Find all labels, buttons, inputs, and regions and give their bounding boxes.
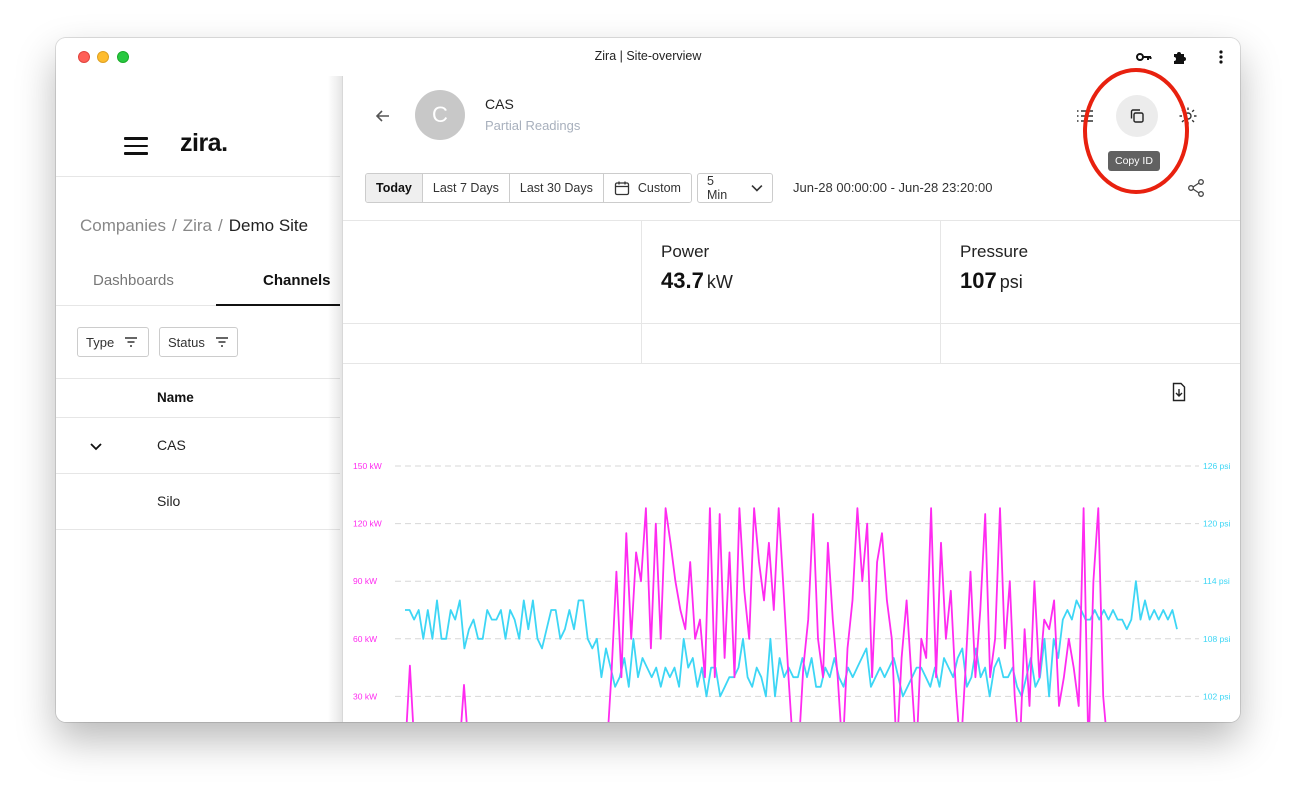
tab-dashboards[interactable]: Dashboards: [93, 272, 174, 289]
type-filter-label: Type: [86, 334, 115, 350]
right-axis-tick-label: 108 psi: [1203, 634, 1231, 644]
right-axis-tick-label: 114 psi: [1203, 576, 1230, 586]
row-name: Silo: [157, 493, 181, 509]
breadcrumb-separator: /: [172, 216, 177, 235]
title-bar: Zira | Site-overview: [56, 38, 1240, 76]
right-axis-tick-label: 102 psi: [1203, 691, 1231, 701]
left-axis-tick-label: 60 kW: [353, 634, 377, 644]
breadcrumb: Companies / Zira / Demo Site: [80, 216, 308, 236]
column-name[interactable]: Name: [157, 390, 194, 405]
table-header: Name: [56, 378, 340, 418]
active-tab-indicator: [216, 304, 340, 306]
logo: zira.: [180, 129, 228, 157]
left-axis-tick-label: 150 kW: [353, 461, 382, 471]
divider: [56, 176, 340, 177]
filter-icon: [125, 337, 138, 347]
sidebar: zira. Companies / Zira / Demo Site Dashboard…: [56, 76, 340, 722]
sidebar-tabs: Dashboards Channels: [56, 262, 340, 306]
more-icon[interactable]: [1212, 48, 1230, 66]
key-icon[interactable]: [1135, 48, 1153, 66]
status-filter-button[interactable]: Status: [159, 327, 238, 357]
table-row[interactable]: Silo: [56, 474, 340, 530]
tab-channels[interactable]: Channels: [263, 272, 331, 289]
chevron-down-icon[interactable]: [88, 438, 104, 454]
left-axis-tick-label: 30 kW: [353, 691, 377, 701]
extensions-icon[interactable]: [1171, 48, 1189, 66]
row-name: CAS: [157, 437, 186, 453]
status-filter-label: Status: [168, 334, 205, 350]
filter-icon: [215, 337, 228, 347]
breadcrumb-company[interactable]: Zira: [183, 216, 212, 235]
table-row[interactable]: CAS: [56, 418, 340, 474]
window-title: Zira | Site-overview: [594, 49, 702, 63]
panel-shadow: [328, 76, 342, 722]
left-axis-tick-label: 90 kW: [353, 576, 377, 586]
breadcrumb-separator: /: [218, 216, 223, 235]
breadcrumb-companies[interactable]: Companies: [80, 216, 166, 235]
breadcrumb-site: Demo Site: [228, 216, 309, 235]
browser-window: Zira | Site-overview zira. Companies / Zir…: [56, 38, 1240, 722]
type-filter-button[interactable]: Type: [77, 327, 149, 357]
right-axis-tick-label: 126 psi: [1203, 461, 1231, 471]
right-axis-tick-label: 120 psi: [1203, 519, 1231, 529]
menu-icon[interactable]: [124, 137, 148, 155]
main-panel: C CAS Partial Readings Copy ID Today Las…: [342, 68, 1240, 722]
power-series-line: [405, 507, 1107, 722]
left-axis-tick-label: 120 kW: [353, 519, 382, 529]
line-chart: 0 kW96 psi30 kW102 psi60 kW108 psi90 kW1…: [353, 461, 1231, 722]
